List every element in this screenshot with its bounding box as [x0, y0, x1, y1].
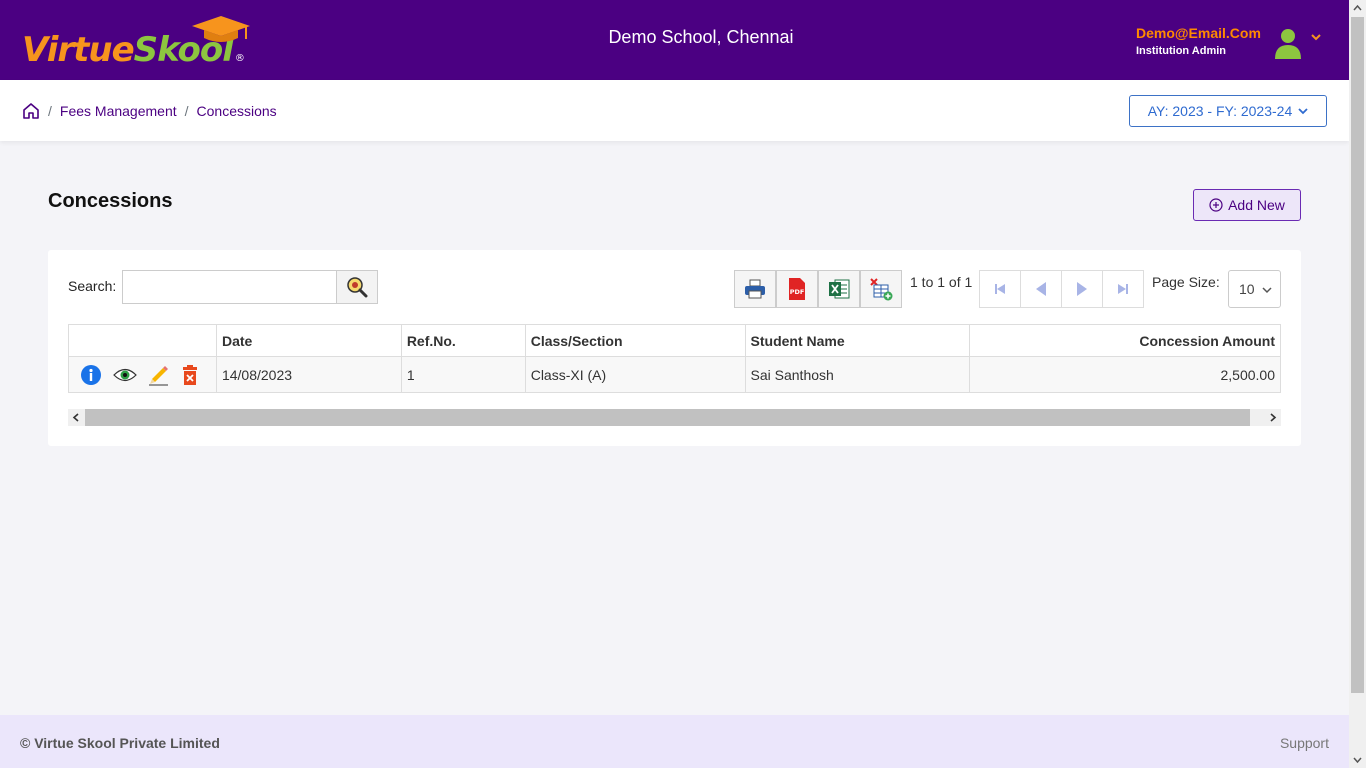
- concessions-table: Date Ref.No. Class/Section Student Name …: [68, 324, 1281, 393]
- last-page-icon: [1118, 284, 1128, 294]
- table-columns-icon: [870, 278, 893, 301]
- vertical-scroll-thumb[interactable]: [1351, 17, 1364, 693]
- excel-icon: [829, 279, 850, 299]
- next-page-icon: [1077, 282, 1087, 296]
- graduation-cap-icon: [192, 16, 250, 42]
- user-email[interactable]: Demo@Email.Com: [1136, 25, 1261, 41]
- column-header-concession-amount[interactable]: Concession Amount: [969, 324, 1281, 357]
- edit-pencil-icon[interactable]: [148, 364, 170, 386]
- breadcrumb-fees-management[interactable]: Fees Management: [60, 103, 177, 119]
- printer-icon: [745, 279, 765, 299]
- breadcrumb-separator: /: [184, 103, 189, 119]
- page-size-select[interactable]: 10: [1228, 270, 1281, 308]
- logo-part1: Virtue: [22, 30, 135, 70]
- svg-text:PDF: PDF: [790, 288, 805, 296]
- export-excel-button[interactable]: [818, 270, 860, 308]
- column-header-student-name[interactable]: Student Name: [744, 324, 971, 357]
- first-page-button[interactable]: [979, 270, 1021, 308]
- horizontal-scroll-thumb[interactable]: [85, 409, 1250, 426]
- info-icon[interactable]: [80, 364, 102, 386]
- home-icon[interactable]: [22, 102, 40, 120]
- scroll-down-icon[interactable]: [1353, 756, 1362, 764]
- table-row[interactable]: 14/08/2023 1 Class-XI (A) Sai Santhosh 2…: [68, 356, 1281, 393]
- search-input[interactable]: [122, 270, 338, 304]
- support-link[interactable]: Support: [1280, 735, 1329, 751]
- chevron-down-icon[interactable]: [1310, 32, 1322, 42]
- search-label: Search:: [68, 278, 117, 294]
- table-header-row: Date Ref.No. Class/Section Student Name …: [68, 324, 1281, 357]
- row-actions: [68, 356, 217, 393]
- scroll-right-icon[interactable]: [1269, 413, 1277, 422]
- last-page-button[interactable]: [1102, 270, 1144, 308]
- cell-concession-amount: 2,500.00: [969, 356, 1281, 393]
- breadcrumb-bar: / Fees Management / Concessions AY: 2023…: [0, 80, 1349, 141]
- top-header: VirtueSkool ® Demo School, Chennai Demo@E…: [0, 0, 1349, 80]
- add-new-button[interactable]: Add New: [1193, 189, 1301, 221]
- cell-class-section: Class-XI (A): [524, 356, 746, 393]
- pdf-icon: PDF: [789, 278, 805, 300]
- user-role: Institution Admin: [1136, 45, 1227, 57]
- user-avatar-icon[interactable]: [1274, 27, 1302, 59]
- logo-registered: ®: [234, 53, 245, 64]
- export-pdf-button[interactable]: PDF: [776, 270, 818, 308]
- previous-page-button[interactable]: [1020, 270, 1062, 308]
- column-chooser-button[interactable]: [860, 270, 902, 308]
- scroll-left-icon[interactable]: [72, 413, 80, 422]
- delete-icon[interactable]: [181, 364, 199, 386]
- chevron-down-icon: [1298, 108, 1308, 115]
- first-page-icon: [995, 284, 1005, 294]
- footer: © Virtue Skool Private Limited Support: [0, 715, 1349, 768]
- previous-page-icon: [1036, 282, 1046, 296]
- column-header-ref-no[interactable]: Ref.No.: [400, 324, 526, 357]
- school-name: Demo School, Chennai: [608, 27, 794, 47]
- view-eye-icon[interactable]: [113, 367, 137, 383]
- column-header-date[interactable]: Date: [215, 324, 402, 357]
- cell-date: 14/08/2023: [215, 356, 402, 393]
- vertical-scrollbar[interactable]: [1349, 0, 1366, 768]
- search-icon: [347, 277, 368, 298]
- cell-student-name: Sai Santhosh: [744, 356, 971, 393]
- breadcrumb-separator: /: [48, 103, 52, 119]
- horizontal-scrollbar[interactable]: [68, 409, 1281, 426]
- pager-info: 1 to 1 of 1: [910, 274, 973, 290]
- add-new-label: Add New: [1228, 197, 1285, 213]
- breadcrumb: / Fees Management / Concessions: [48, 103, 277, 119]
- app-logo[interactable]: VirtueSkool ®: [22, 14, 272, 70]
- page-title: Concessions: [48, 190, 173, 212]
- cell-ref-no: 1: [400, 356, 526, 393]
- academic-year-value: AY: 2023 - FY: 2023-24: [1147, 103, 1293, 119]
- page-size-label: Page Size:: [1152, 274, 1220, 290]
- next-page-button[interactable]: [1061, 270, 1103, 308]
- column-header-class-section[interactable]: Class/Section: [524, 324, 746, 357]
- column-header-actions: [68, 324, 217, 357]
- academic-year-select[interactable]: AY: 2023 - FY: 2023-24: [1129, 95, 1327, 127]
- print-button[interactable]: [734, 270, 776, 308]
- page-size-value: 10: [1239, 281, 1255, 297]
- grid-panel: Search: PDF 1 to 1 of 1 Page Size: 10 Da…: [48, 250, 1301, 446]
- plus-circle-icon: [1209, 198, 1223, 212]
- scroll-up-icon[interactable]: [1353, 4, 1362, 12]
- chevron-down-icon: [1262, 287, 1272, 294]
- copyright-text: © Virtue Skool Private Limited: [20, 735, 220, 751]
- breadcrumb-concessions[interactable]: Concessions: [197, 103, 277, 119]
- search-button[interactable]: [336, 270, 378, 304]
